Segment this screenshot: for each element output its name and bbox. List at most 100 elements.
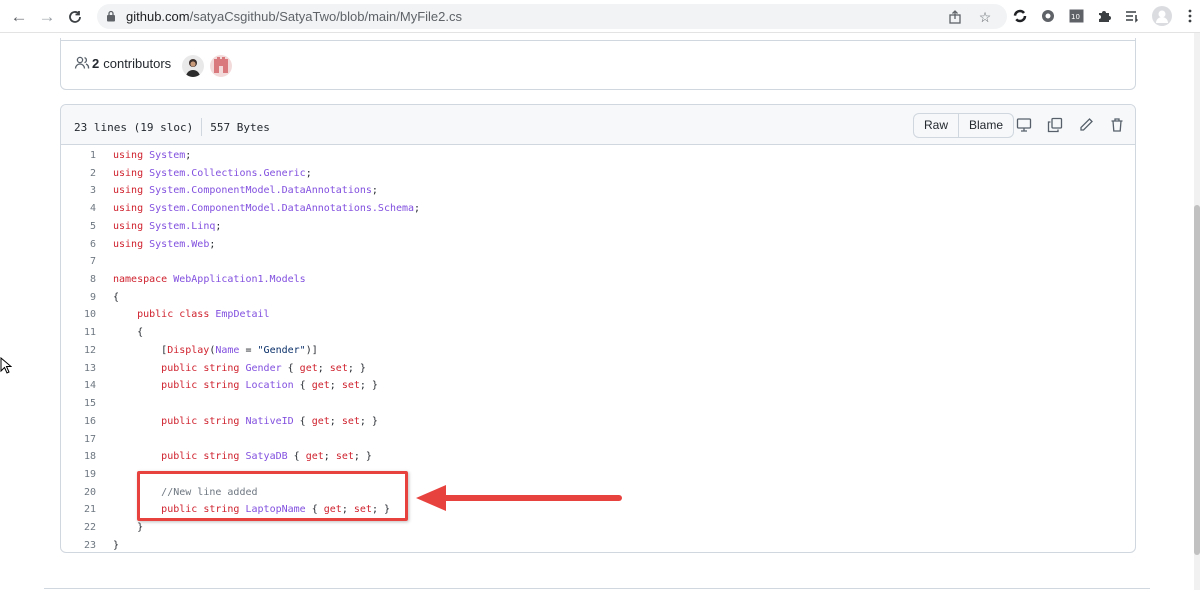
line-number[interactable]: 11 [61,324,96,342]
avatar[interactable] [210,55,232,77]
code-line: 17 [61,431,1135,449]
code-line: 16 public string NativeID { get; set; } [61,413,1135,431]
code-line: 3 using System.ComponentModel.DataAnnotat… [61,182,1135,200]
address-bar[interactable]: github.com/satyaCsgithub/SatyaTwo/blob/m… [97,4,1007,29]
menu-icon[interactable] [1182,8,1198,24]
code-line: 5 using System.Linq; [61,218,1135,236]
code-line: 7 [61,253,1135,271]
line-content: [Display(Name = "Gender")] [113,344,318,356]
line-content: namespace WebApplication1.Models [113,274,306,286]
desktop-icon[interactable] [1016,117,1032,133]
profile-icon[interactable] [1152,6,1172,26]
code-line: 11 { [61,324,1135,342]
line-content: } [113,522,144,534]
line-number[interactable]: 3 [61,182,96,200]
divider [60,40,1136,41]
line-number[interactable]: 13 [61,360,96,378]
tab-extension-icon[interactable]: 10 [1068,8,1084,24]
svg-text:10: 10 [1071,13,1080,21]
line-number[interactable]: 16 [61,413,96,431]
code-line: 6 using System.Web; [61,236,1135,254]
sync-extension-icon[interactable] [1012,8,1028,24]
line-number[interactable]: 22 [61,519,96,537]
trash-icon[interactable] [1109,117,1125,133]
divider [201,118,203,136]
line-content: using System.Linq; [113,220,222,232]
code-line: 10 public class EmpDetail [61,306,1135,324]
contributors-label[interactable]: contributors [103,56,171,71]
line-content: { [113,327,144,339]
line-number[interactable]: 20 [61,484,96,502]
line-number[interactable]: 21 [61,501,96,519]
line-content: public string SatyaDB { get; set; } [161,451,372,463]
red-arrow-icon [416,485,622,511]
divider [44,588,1150,589]
code-line: 4 using System.ComponentModel.DataAnnotat… [61,200,1135,218]
puzzle-icon[interactable] [1096,8,1112,24]
contributors-row: 2 contributors [74,55,171,71]
record-extension-icon[interactable] [1040,8,1056,24]
line-content: public class EmpDetail [137,309,270,321]
line-content: using System.ComponentModel.DataAnnotati… [113,185,378,197]
url-text: github.com/satyaCsgithub/SatyaTwo/blob/m… [126,9,462,24]
line-content: public string NativeID { get; set; } [161,415,378,427]
contributors-count[interactable]: 2 [92,56,99,71]
share-icon[interactable] [947,9,963,25]
code-line: 15 [61,395,1135,413]
line-number[interactable]: 12 [61,342,96,360]
line-number[interactable]: 23 [61,537,96,552]
line-number[interactable]: 2 [61,165,96,183]
code-line: 23} [61,537,1135,552]
browser-toolbar: ← → github.com/satyaCsgithub/SatyaTwo/bl… [0,0,1200,33]
raw-button[interactable]: Raw [914,114,958,137]
file-size: 557 Bytes [210,120,270,134]
line-content: using System.Web; [113,238,216,250]
code-line: 8 namespace WebApplication1.Models [61,271,1135,289]
line-number[interactable]: 5 [61,218,96,236]
back-icon[interactable]: ← [9,7,29,27]
copy-icon[interactable] [1047,117,1063,133]
code-line: 2 using System.Collections.Generic; [61,165,1135,183]
lock-icon[interactable] [106,10,116,22]
code-line: 22 } [61,519,1135,537]
code-line: 12 [Display(Name = "Gender")] [61,342,1135,360]
line-number[interactable]: 18 [61,448,96,466]
line-number[interactable]: 19 [61,466,96,484]
line-count: 23 lines (19 sloc) [74,120,194,134]
line-content: using System; [113,150,192,161]
reload-icon[interactable] [65,7,85,27]
pencil-icon[interactable] [1078,117,1094,133]
file-header: 23 lines (19 sloc) 557 Bytes Raw Blame [61,105,1135,145]
code-line: 13 public string Gender { get; set; } [61,360,1135,378]
line-number[interactable]: 6 [61,236,96,254]
line-number[interactable]: 8 [61,271,96,289]
line-content: { [113,291,120,303]
line-number[interactable]: 9 [61,289,96,307]
highlight-box [137,471,408,521]
line-number[interactable]: 17 [61,431,96,449]
line-content: public string Gender { get; set; } [161,362,366,374]
file-info: 23 lines (19 sloc) 557 Bytes [74,118,270,136]
blame-button[interactable]: Blame [958,114,1013,137]
line-number[interactable]: 10 [61,306,96,324]
line-content: } [113,539,120,551]
code-line: 14 public string Location { get; set; } [61,377,1135,395]
line-number[interactable]: 14 [61,377,96,395]
code-line: 18 public string SatyaDB { get; set; } [61,448,1135,466]
line-number[interactable]: 7 [61,253,96,271]
code-line: 9{ [61,289,1135,307]
line-number[interactable]: 1 [61,147,96,165]
scrollbar-thumb[interactable] [1194,205,1200,555]
line-content: using System.ComponentModel.DataAnnotati… [113,203,421,215]
avatar[interactable] [182,55,204,77]
line-number[interactable]: 15 [61,395,96,413]
mouse-cursor-icon [0,357,12,374]
line-number[interactable]: 4 [61,200,96,218]
forward-icon[interactable]: → [37,7,57,27]
line-content: public string Location { get; set; } [161,380,378,392]
file-actions: Raw Blame [913,113,1015,138]
reading-list-icon[interactable] [1124,8,1140,24]
line-content: using System.Collections.Generic; [113,167,312,179]
code-line: 1 using System; [61,147,1135,165]
star-icon[interactable]: ☆ [977,9,993,25]
